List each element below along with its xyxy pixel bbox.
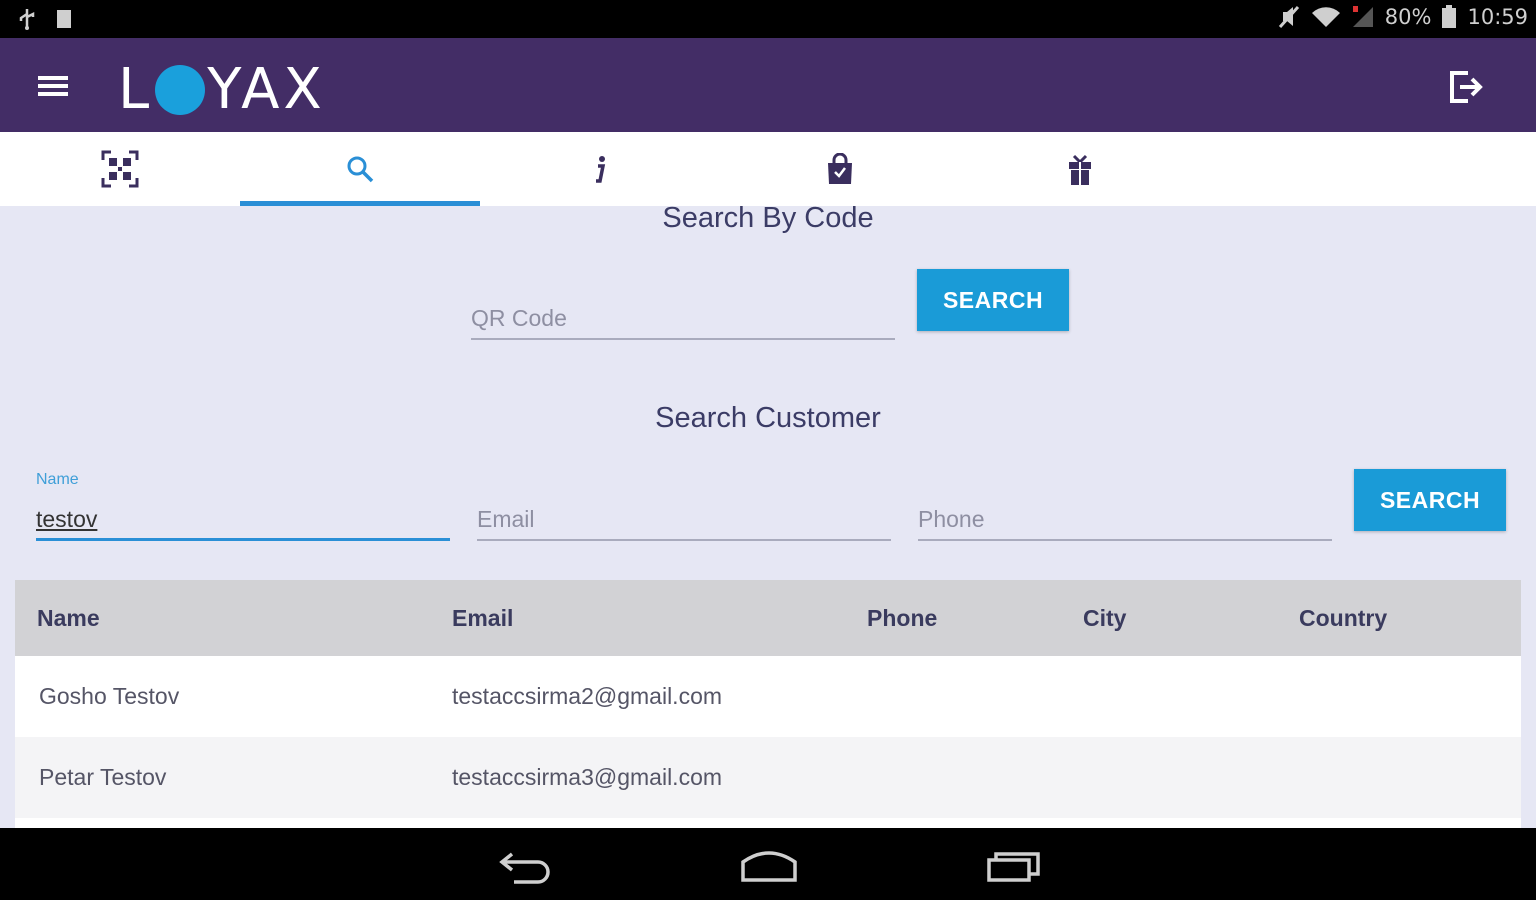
battery-percent: 80% <box>1384 5 1432 29</box>
phone-input[interactable] <box>918 499 1332 539</box>
column-header-city[interactable]: City <box>1083 605 1126 632</box>
name-input[interactable] <box>36 499 450 539</box>
notification-icon <box>57 10 71 28</box>
loyax-logo: L YAX <box>118 60 326 120</box>
table-row[interactable]: Gosho Testov testaccsirma2@gmail.com <box>15 656 1521 737</box>
status-bar: 80% 10:59 <box>0 0 1536 38</box>
menu-button[interactable] <box>36 71 72 101</box>
qr-scan-icon <box>101 150 139 188</box>
search-icon <box>347 156 374 183</box>
column-header-email[interactable]: Email <box>452 605 513 632</box>
logo-text-right: YAX <box>207 57 326 122</box>
clock: 10:59 <box>1467 5 1528 29</box>
tab-rewards[interactable] <box>960 132 1200 206</box>
recents-button[interactable] <box>986 846 1042 891</box>
home-icon <box>741 851 797 882</box>
cell-email: testaccsirma3@gmail.com <box>452 764 723 790</box>
tab-search[interactable] <box>240 132 480 206</box>
table-body: Gosho Testov testaccsirma2@gmail.com Pet… <box>15 656 1521 828</box>
logout-button[interactable] <box>1448 68 1484 106</box>
tab-bar <box>0 132 1536 206</box>
qr-code-field[interactable] <box>471 298 895 340</box>
logout-icon <box>1450 71 1483 103</box>
wifi-icon <box>1311 7 1340 27</box>
name-field[interactable]: Name <box>36 471 450 541</box>
column-header-country[interactable]: Country <box>1299 605 1387 632</box>
back-button[interactable] <box>498 846 552 891</box>
results-table: Name Email Phone City Country Gosho Test… <box>15 580 1521 828</box>
cell-email: testaccsirma2@gmail.com <box>452 683 723 709</box>
name-field-label: Name <box>36 471 79 488</box>
mute-icon <box>1278 5 1299 29</box>
app-bar: L YAX <box>0 38 1536 132</box>
table-row[interactable]: Petar Testov testaccsirma3@gmail.com <box>15 737 1521 818</box>
search-customer-button[interactable]: SEARCH <box>1354 469 1506 531</box>
back-icon <box>499 852 550 884</box>
info-icon <box>596 156 606 183</box>
column-header-phone[interactable]: Phone <box>867 605 937 632</box>
battery-icon <box>1442 5 1457 28</box>
table-row[interactable] <box>15 818 1521 828</box>
search-page: Search By Code SEARCH Search Customer Na… <box>0 206 1536 828</box>
email-input[interactable] <box>477 499 891 539</box>
search-by-code-button[interactable]: SEARCH <box>917 269 1069 331</box>
phone-field[interactable] <box>918 499 1332 541</box>
logo-text-left: L <box>118 57 154 122</box>
tab-scan[interactable] <box>0 132 240 206</box>
qr-code-input[interactable] <box>471 298 895 338</box>
signal-icon <box>1352 6 1373 27</box>
search-customer-title: Search Customer <box>655 402 881 434</box>
shopping-bag-icon <box>828 153 852 184</box>
table-header: Name Email Phone City Country <box>15 580 1521 656</box>
cell-name: Petar Testov <box>39 764 167 790</box>
gift-icon <box>1069 154 1091 185</box>
column-header-name[interactable]: Name <box>37 605 100 632</box>
home-button[interactable] <box>740 846 798 891</box>
recents-icon <box>987 852 1040 882</box>
logo-dot <box>155 65 206 115</box>
email-field[interactable] <box>477 499 891 541</box>
cell-name: Gosho Testov <box>39 683 180 709</box>
search-by-code-title: Search By Code <box>662 206 874 234</box>
tab-info[interactable] <box>480 132 720 206</box>
hamburger-menu-icon <box>38 76 68 96</box>
system-nav-bar <box>0 828 1536 900</box>
usb-icon <box>19 9 35 30</box>
tab-shop[interactable] <box>720 132 960 206</box>
